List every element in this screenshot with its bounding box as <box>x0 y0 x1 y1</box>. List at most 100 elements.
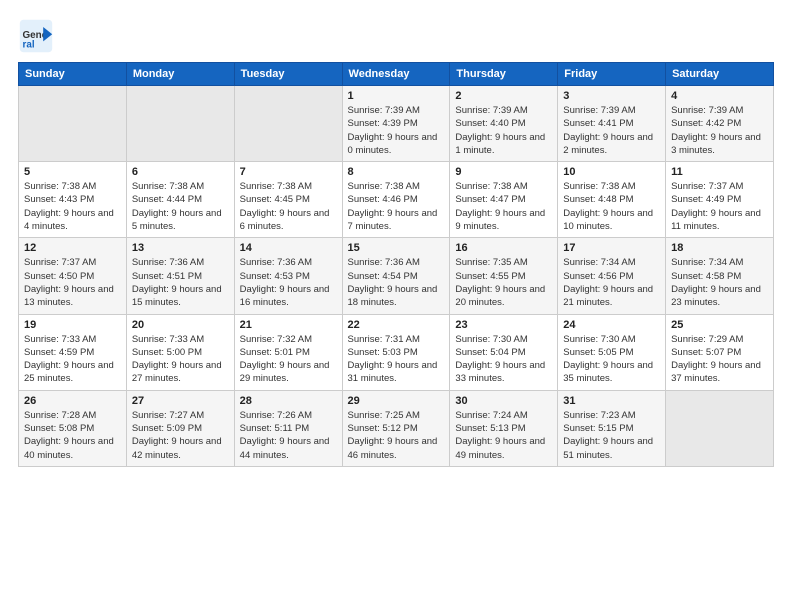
calendar-cell: 8 Sunrise: 7:38 AMSunset: 4:46 PMDaylight… <box>342 162 450 238</box>
calendar-cell: 1 Sunrise: 7:39 AMSunset: 4:39 PMDaylight… <box>342 86 450 162</box>
calendar-cell: 30 Sunrise: 7:24 AMSunset: 5:13 PMDayligh… <box>450 390 558 466</box>
calendar-cell: 9 Sunrise: 7:38 AMSunset: 4:47 PMDaylight… <box>450 162 558 238</box>
weekday-header: Wednesday <box>342 63 450 86</box>
weekday-header: Tuesday <box>234 63 342 86</box>
day-number: 1 <box>348 90 445 102</box>
day-number: 6 <box>132 166 229 178</box>
day-info: Sunrise: 7:25 AMSunset: 5:12 PMDaylight:… <box>348 409 445 462</box>
calendar-cell <box>126 86 234 162</box>
weekday-header: Friday <box>558 63 666 86</box>
day-info: Sunrise: 7:39 AMSunset: 4:41 PMDaylight:… <box>563 104 660 157</box>
calendar-cell: 24 Sunrise: 7:30 AMSunset: 5:05 PMDayligh… <box>558 314 666 390</box>
calendar-week-row: 26 Sunrise: 7:28 AMSunset: 5:08 PMDayligh… <box>19 390 774 466</box>
weekday-header: Thursday <box>450 63 558 86</box>
day-info: Sunrise: 7:31 AMSunset: 5:03 PMDaylight:… <box>348 333 445 386</box>
calendar-cell: 27 Sunrise: 7:27 AMSunset: 5:09 PMDayligh… <box>126 390 234 466</box>
calendar-cell: 10Sunrise: 7:38 AMSunset: 4:48 PMDayligh… <box>558 162 666 238</box>
day-number: 18 <box>671 242 768 254</box>
calendar-cell: 25 Sunrise: 7:29 AMSunset: 5:07 PMDayligh… <box>666 314 774 390</box>
day-info: Sunrise: 7:26 AMSunset: 5:11 PMDaylight:… <box>240 409 337 462</box>
day-number: 21 <box>240 319 337 331</box>
day-info: Sunrise: 7:38 AMSunset: 4:47 PMDaylight:… <box>455 180 552 233</box>
day-number: 29 <box>348 395 445 407</box>
day-number: 16 <box>455 242 552 254</box>
calendar-cell: 5 Sunrise: 7:38 AMSunset: 4:43 PMDaylight… <box>19 162 127 238</box>
day-info: Sunrise: 7:27 AMSunset: 5:09 PMDaylight:… <box>132 409 229 462</box>
weekday-header: Sunday <box>19 63 127 86</box>
day-info: Sunrise: 7:32 AMSunset: 5:01 PMDaylight:… <box>240 333 337 386</box>
day-number: 26 <box>24 395 121 407</box>
calendar-week-row: 12Sunrise: 7:37 AMSunset: 4:50 PMDayligh… <box>19 238 774 314</box>
calendar-cell: 23 Sunrise: 7:30 AMSunset: 5:04 PMDayligh… <box>450 314 558 390</box>
day-number: 8 <box>348 166 445 178</box>
calendar-cell: 6 Sunrise: 7:38 AMSunset: 4:44 PMDaylight… <box>126 162 234 238</box>
calendar-cell <box>234 86 342 162</box>
calendar-cell: 4Sunrise: 7:39 AMSunset: 4:42 PMDaylight… <box>666 86 774 162</box>
day-info: Sunrise: 7:30 AMSunset: 5:04 PMDaylight:… <box>455 333 552 386</box>
calendar-cell: 18 Sunrise: 7:34 AMSunset: 4:58 PMDayligh… <box>666 238 774 314</box>
day-number: 25 <box>671 319 768 331</box>
day-info: Sunrise: 7:38 AMSunset: 4:43 PMDaylight:… <box>24 180 121 233</box>
calendar-table: SundayMondayTuesdayWednesdayThursdayFrid… <box>18 62 774 467</box>
day-number: 2 <box>455 90 552 102</box>
svg-text:ral: ral <box>23 40 35 51</box>
calendar-cell: 19 Sunrise: 7:33 AMSunset: 4:59 PMDayligh… <box>19 314 127 390</box>
day-number: 7 <box>240 166 337 178</box>
day-number: 28 <box>240 395 337 407</box>
day-number: 3 <box>563 90 660 102</box>
day-number: 23 <box>455 319 552 331</box>
day-number: 30 <box>455 395 552 407</box>
calendar-cell <box>666 390 774 466</box>
day-info: Sunrise: 7:29 AMSunset: 5:07 PMDaylight:… <box>671 333 768 386</box>
calendar-cell: 29 Sunrise: 7:25 AMSunset: 5:12 PMDayligh… <box>342 390 450 466</box>
day-number: 15 <box>348 242 445 254</box>
day-number: 22 <box>348 319 445 331</box>
day-info: Sunrise: 7:37 AMSunset: 4:50 PMDaylight:… <box>24 256 121 309</box>
calendar-cell: 28 Sunrise: 7:26 AMSunset: 5:11 PMDayligh… <box>234 390 342 466</box>
day-number: 27 <box>132 395 229 407</box>
day-number: 11 <box>671 166 768 178</box>
day-info: Sunrise: 7:39 AMSunset: 4:42 PMDaylight:… <box>671 104 768 157</box>
day-info: Sunrise: 7:36 AMSunset: 4:54 PMDaylight:… <box>348 256 445 309</box>
day-info: Sunrise: 7:33 AMSunset: 5:00 PMDaylight:… <box>132 333 229 386</box>
day-info: Sunrise: 7:30 AMSunset: 5:05 PMDaylight:… <box>563 333 660 386</box>
day-info: Sunrise: 7:28 AMSunset: 5:08 PMDaylight:… <box>24 409 121 462</box>
day-info: Sunrise: 7:39 AMSunset: 4:40 PMDaylight:… <box>455 104 552 157</box>
day-info: Sunrise: 7:37 AMSunset: 4:49 PMDaylight:… <box>671 180 768 233</box>
calendar-cell: 13 Sunrise: 7:36 AMSunset: 4:51 PMDayligh… <box>126 238 234 314</box>
calendar-cell: 3 Sunrise: 7:39 AMSunset: 4:41 PMDaylight… <box>558 86 666 162</box>
calendar-cell: 31Sunrise: 7:23 AMSunset: 5:15 PMDayligh… <box>558 390 666 466</box>
day-number: 10 <box>563 166 660 178</box>
day-number: 19 <box>24 319 121 331</box>
day-info: Sunrise: 7:35 AMSunset: 4:55 PMDaylight:… <box>455 256 552 309</box>
day-info: Sunrise: 7:39 AMSunset: 4:39 PMDaylight:… <box>348 104 445 157</box>
calendar-week-row: 19 Sunrise: 7:33 AMSunset: 4:59 PMDayligh… <box>19 314 774 390</box>
day-info: Sunrise: 7:38 AMSunset: 4:44 PMDaylight:… <box>132 180 229 233</box>
day-number: 9 <box>455 166 552 178</box>
weekday-header: Monday <box>126 63 234 86</box>
calendar-week-row: 5 Sunrise: 7:38 AMSunset: 4:43 PMDaylight… <box>19 162 774 238</box>
weekday-header: Saturday <box>666 63 774 86</box>
day-info: Sunrise: 7:38 AMSunset: 4:46 PMDaylight:… <box>348 180 445 233</box>
day-info: Sunrise: 7:38 AMSunset: 4:45 PMDaylight:… <box>240 180 337 233</box>
day-info: Sunrise: 7:24 AMSunset: 5:13 PMDaylight:… <box>455 409 552 462</box>
day-info: Sunrise: 7:36 AMSunset: 4:51 PMDaylight:… <box>132 256 229 309</box>
calendar-cell: 26 Sunrise: 7:28 AMSunset: 5:08 PMDayligh… <box>19 390 127 466</box>
day-number: 31 <box>563 395 660 407</box>
calendar-cell: 20Sunrise: 7:33 AMSunset: 5:00 PMDayligh… <box>126 314 234 390</box>
day-info: Sunrise: 7:34 AMSunset: 4:56 PMDaylight:… <box>563 256 660 309</box>
day-number: 14 <box>240 242 337 254</box>
day-number: 5 <box>24 166 121 178</box>
calendar-cell: 7 Sunrise: 7:38 AMSunset: 4:45 PMDaylight… <box>234 162 342 238</box>
day-info: Sunrise: 7:36 AMSunset: 4:53 PMDaylight:… <box>240 256 337 309</box>
day-info: Sunrise: 7:33 AMSunset: 4:59 PMDaylight:… <box>24 333 121 386</box>
calendar-cell: 15 Sunrise: 7:36 AMSunset: 4:54 PMDayligh… <box>342 238 450 314</box>
calendar-week-row: 1 Sunrise: 7:39 AMSunset: 4:39 PMDaylight… <box>19 86 774 162</box>
day-number: 24 <box>563 319 660 331</box>
day-number: 17 <box>563 242 660 254</box>
calendar-cell: 2 Sunrise: 7:39 AMSunset: 4:40 PMDaylight… <box>450 86 558 162</box>
header: Gene ral <box>18 18 774 54</box>
calendar-cell <box>19 86 127 162</box>
day-info: Sunrise: 7:34 AMSunset: 4:58 PMDaylight:… <box>671 256 768 309</box>
day-number: 13 <box>132 242 229 254</box>
